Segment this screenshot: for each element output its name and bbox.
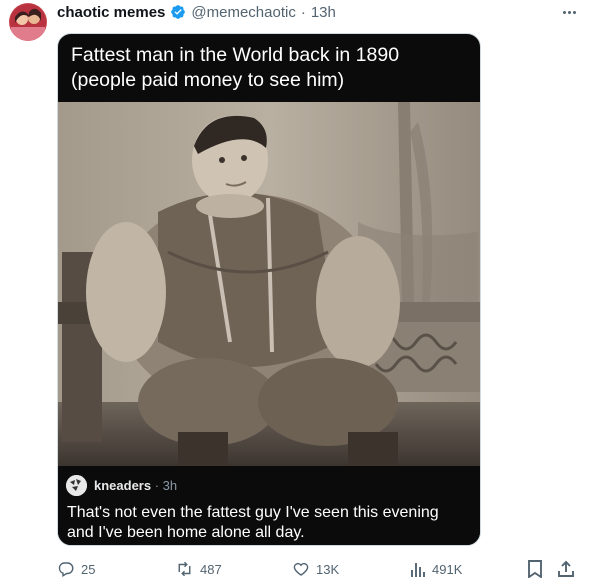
comment-header: kneaders · 3h: [94, 478, 177, 493]
share-icon: [557, 560, 575, 578]
comment-text: That's not even the fattest guy I've see…: [67, 503, 474, 543]
embedded-comment: kneaders · 3h That's not even the fattes…: [58, 466, 480, 545]
views-icon: [410, 560, 426, 578]
reply-count: 25: [81, 561, 96, 577]
meme-caption: Fattest man in the World back in 1890 (p…: [71, 43, 470, 93]
bookmark-icon: [527, 560, 543, 578]
avatar[interactable]: [9, 3, 47, 41]
comment-text-line-1: That's not even the fattest guy I've see…: [67, 504, 439, 521]
reply-button[interactable]: 25: [57, 558, 95, 580]
share-button[interactable]: [557, 558, 575, 580]
like-icon: [292, 560, 310, 578]
timestamp[interactable]: 13h: [311, 4, 336, 21]
repost-count: 487: [200, 561, 222, 577]
repost-button[interactable]: 487: [175, 558, 222, 580]
separator: ·: [300, 3, 306, 21]
bookmark-button[interactable]: [527, 558, 543, 580]
handle[interactable]: @memechaotic: [191, 4, 295, 21]
tweet: chaotic memes @memechaotic · 13h Fattest…: [0, 0, 590, 586]
comment-time: · 3h: [154, 478, 178, 493]
reply-icon: [57, 560, 75, 578]
views-count: 491K: [432, 561, 463, 577]
display-name[interactable]: chaotic memes: [57, 4, 165, 21]
vintage-photo: [58, 102, 480, 466]
caption-line-2: (people paid money to see him): [71, 69, 345, 91]
caption-line-1: Fattest man in the World back in 1890: [71, 44, 400, 66]
tweet-header: chaotic memes @memechaotic · 13h: [57, 3, 336, 21]
comment-username: kneaders: [94, 478, 152, 493]
verified-badge-icon: [170, 4, 186, 20]
more-icon[interactable]: [558, 4, 580, 20]
media-card[interactable]: Fattest man in the World back in 1890 (p…: [57, 33, 481, 546]
like-count: 13K: [316, 561, 340, 577]
like-button[interactable]: 13K: [292, 558, 339, 580]
comment-text-line-2: and I've been home alone all day.: [67, 524, 305, 541]
repost-icon: [175, 560, 194, 578]
comment-avatar: [66, 475, 87, 496]
views-button[interactable]: 491K: [410, 558, 462, 580]
action-bar: 25 487 13K 491K: [57, 558, 579, 580]
